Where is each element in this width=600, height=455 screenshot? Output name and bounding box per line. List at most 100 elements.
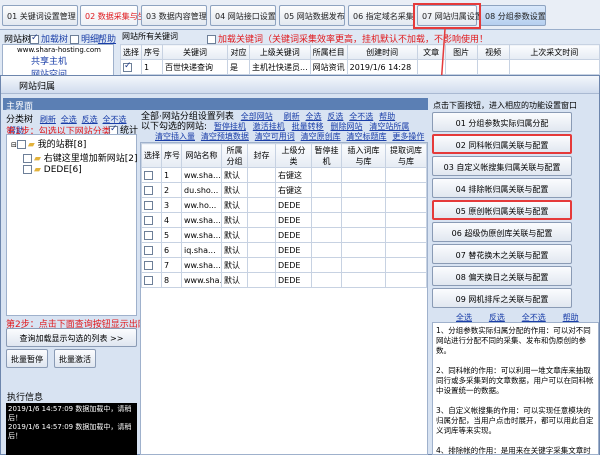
row-seal — [247, 197, 276, 213]
row-seal — [247, 182, 276, 198]
clear-title-link[interactable]: 清空标题库 — [347, 132, 387, 141]
row-seal — [247, 212, 276, 228]
row-no: 7 — [161, 257, 182, 273]
right-select-all-link[interactable]: 全选 — [456, 313, 472, 322]
row-group: 默认 — [221, 272, 248, 288]
tree-invert-link[interactable]: 反选 — [82, 115, 98, 124]
row-no: 2 — [161, 182, 182, 198]
clear-words-link[interactable]: 清空可用词 — [255, 132, 295, 141]
site-grid: 选择 序号 网站名称 所属分组 封存 上级分类 暂停挂机 插入词库与库 提取词库… — [140, 142, 428, 455]
row-checkbox[interactable] — [144, 260, 153, 270]
row-parent: DEDE — [275, 227, 312, 243]
right-select-none-link[interactable]: 全不选 — [522, 313, 546, 322]
mid-help-link[interactable]: 帮助 — [379, 112, 395, 121]
row-parent: DEDE — [275, 242, 312, 258]
row-parent: DEDE — [275, 212, 312, 228]
col-extract-lib: 提取词库与库 — [385, 143, 427, 168]
row-parent: 右键这 — [275, 182, 312, 198]
clear-insert-link[interactable]: 清空插入量 — [155, 132, 195, 141]
batch-pause-button[interactable]: 批量暂停 — [6, 349, 48, 368]
table-row[interactable]: 8www.sha...默认 DEDE — [141, 272, 427, 288]
row-checkbox[interactable] — [144, 275, 153, 285]
tree-item[interactable]: ▰ 右键这里增加新网站[2] — [7, 150, 138, 164]
row-group: 默认 — [221, 182, 248, 198]
tree-refresh-link[interactable]: 刷新 — [40, 115, 56, 124]
mid-refresh-link[interactable]: 刷新 — [284, 112, 300, 121]
col-site: 网站名称 — [181, 143, 222, 168]
col-parent: 上级分类 — [275, 143, 312, 168]
tree-root[interactable]: ⊟ ▰ 我的站群[8] — [7, 135, 136, 150]
row-seal — [247, 242, 276, 258]
row-no: 6 — [161, 242, 182, 258]
exclude-account-ownership-button[interactable]: 04 排除帐归属关联与配置 — [432, 178, 572, 198]
exec-info-label: 执行信息 — [7, 393, 44, 403]
row-parent: DEDE — [275, 197, 312, 213]
row-site: iq.sha... — [181, 242, 222, 258]
table-row[interactable]: 7 ww.sha... 默认 DEDE — [141, 257, 427, 273]
tree-item[interactable]: ▰ DEDE[6] — [7, 164, 136, 175]
row-seal — [247, 167, 276, 183]
category-tree: ⊟ ▰ 我的站群[8] ▰ 右键这里增加新网站[2] ▰ DEDE[6] — [6, 134, 138, 316]
row-parent: 右键这 — [275, 167, 312, 183]
all-sites-link[interactable]: 全部网站 — [241, 112, 273, 121]
row-no: 3 — [161, 197, 182, 213]
exec-log: 2019/1/6 14:57:09 数据加载中，请稍后！ 2019/1/6 14… — [6, 403, 137, 455]
custom-account-ownership-button[interactable]: 03 自定义帐搜集归属关联与配置 — [432, 156, 572, 176]
pause-hosting-link[interactable]: 暂停挂机 — [214, 122, 246, 131]
folder-icon: ▰ — [34, 165, 41, 175]
replace-wood-button[interactable]: 07 替花换木之关联与配置 — [432, 244, 572, 264]
right-help-link[interactable]: 帮助 — [563, 313, 579, 322]
batch-transfer-link[interactable]: 批量转移 — [292, 122, 324, 131]
row-seal — [247, 227, 276, 243]
row-site: ww.ho... — [181, 197, 222, 213]
dialog-titlebar: 网站归属 — [1, 76, 599, 94]
query-load-button[interactable]: 查询加载显示勾选的列表 >> — [6, 328, 137, 347]
original-account-ownership-button[interactable]: 05 原创帐归属关联与配置 — [432, 200, 572, 220]
row-group: 默认 — [221, 257, 248, 273]
same-account-ownership-button[interactable]: 02 同科帐归属关联与配置 — [432, 134, 572, 154]
row-group: 默认 — [221, 212, 248, 228]
mid-select-all-link[interactable]: 全选 — [306, 112, 322, 121]
row-checkbox[interactable] — [144, 185, 153, 195]
table-row[interactable]: 4 ww.sha... 默认 DEDE — [141, 212, 427, 228]
table-row[interactable]: 3 ww.ho... 默认 DEDE — [141, 197, 427, 213]
col-no: 序号 — [161, 143, 182, 168]
mid-invert-link[interactable]: 反选 — [327, 112, 343, 121]
table-row[interactable]: 5 ww.sha... 默认 DEDE — [141, 227, 427, 243]
right-invert-link[interactable]: 反选 — [489, 313, 505, 322]
row-no: 1 — [161, 167, 182, 183]
row-seal — [247, 272, 276, 288]
clear-prefill-link[interactable]: 清空预填数据 — [201, 132, 249, 141]
clear-ownership-link[interactable]: 清空站所属 — [369, 122, 409, 131]
row-checkbox[interactable] — [144, 245, 153, 255]
table-row[interactable]: 6 iq.sha... 默认 DEDE — [141, 242, 427, 258]
row-no: 4 — [161, 212, 182, 228]
mid-sub: 以下勾选的网站: — [141, 122, 208, 132]
row-no: 8 — [161, 272, 182, 288]
row-parent: DEDE — [275, 257, 312, 273]
row-group: 默认 — [221, 197, 248, 213]
mid-select-none-link[interactable]: 全不选 — [349, 112, 373, 121]
tree-select-all-link[interactable]: 全选 — [61, 115, 77, 124]
clear-original-link[interactable]: 清空原创库 — [301, 132, 341, 141]
tree-item-label: 右键这里增加新网站[2] — [43, 154, 138, 164]
change-sky-button[interactable]: 08 偏天换日之关联与配置 — [432, 266, 572, 286]
group-params-allocation-button[interactable]: 01 分组参数实际归属分配 — [432, 112, 572, 132]
row-checkbox[interactable] — [144, 230, 153, 240]
row-checkbox[interactable] — [144, 170, 153, 180]
col-group: 所属分组 — [221, 143, 248, 168]
table-row[interactable]: 2 du.sho... 默认 右键这 — [141, 182, 427, 198]
site-exclusion-button[interactable]: 09 网机排斥之关联与配置 — [432, 288, 572, 308]
row-site: www.sha... — [181, 272, 222, 288]
row-parent: DEDE — [275, 272, 312, 288]
activate-hosting-link[interactable]: 激活挂机 — [253, 122, 285, 131]
row-site: ww.sha... — [181, 212, 222, 228]
row-checkbox[interactable] — [144, 200, 153, 210]
row-checkbox[interactable] — [144, 215, 153, 225]
row-site: ww.sha... — [181, 167, 222, 183]
row-group: 默认 — [221, 242, 248, 258]
batch-activate-button[interactable]: 批量激活 — [54, 349, 96, 368]
table-row[interactable]: 1 ww.sha... 默认 右键这 — [141, 167, 427, 183]
super-pseudo-original-button[interactable]: 06 超级伪原创库关联与配置 — [432, 222, 572, 242]
delete-site-link[interactable]: 删除网站 — [331, 122, 363, 131]
